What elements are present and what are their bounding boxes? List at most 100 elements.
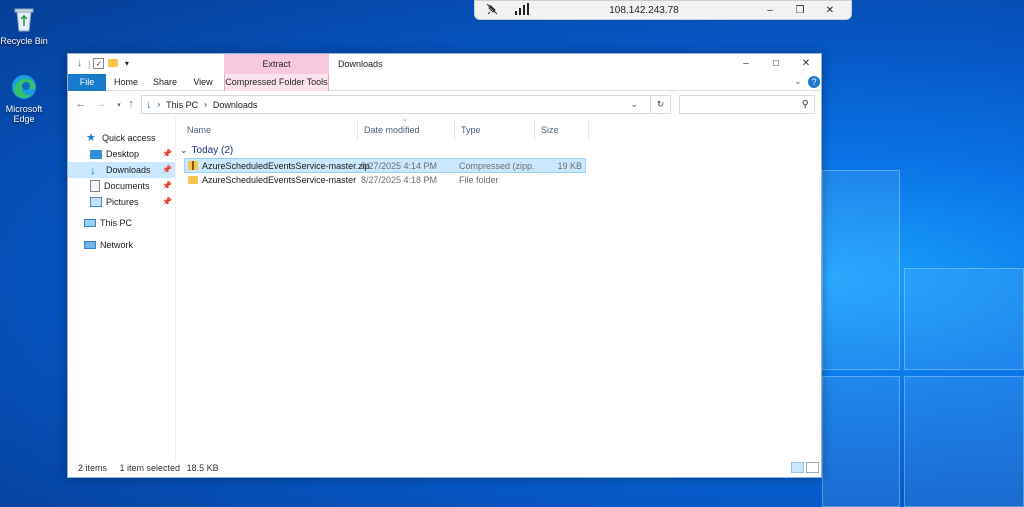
nav-item-quick-access[interactable]: ★ Quick access bbox=[68, 130, 175, 146]
column-header-size[interactable]: Size bbox=[535, 120, 589, 140]
zip-folder-icon bbox=[188, 161, 198, 170]
breadcrumb-separator-icon[interactable]: › bbox=[204, 100, 207, 109]
desktop-icon-label: Microsoft Edge bbox=[5, 104, 43, 124]
rdp-host-address: 108.142.243.78 bbox=[609, 4, 679, 16]
file-date: 8/27/2025 4:14 PM bbox=[361, 161, 438, 171]
download-arrow-icon: ↓ bbox=[90, 163, 96, 177]
search-input[interactable]: ⚲ bbox=[679, 95, 815, 114]
network-icon bbox=[84, 241, 96, 249]
signal-strength-icon[interactable] bbox=[511, 2, 533, 18]
properties-icon[interactable]: ✓ bbox=[93, 58, 105, 69]
column-header-name[interactable]: Name bbox=[181, 120, 358, 140]
back-button[interactable]: ← bbox=[74, 98, 88, 110]
folder-icon bbox=[188, 176, 198, 184]
pictures-icon bbox=[90, 197, 102, 207]
rdp-connection-bar: 108.142.243.78 – ❐ ✕ bbox=[474, 0, 852, 20]
column-header-date-modified[interactable]: Date modified bbox=[358, 120, 455, 140]
desktop-icon-label: Recycle Bin bbox=[0, 36, 48, 46]
ribbon-tabs: File Home Share View Compressed Folder T… bbox=[68, 74, 821, 91]
customize-qat-icon[interactable]: ▾ bbox=[121, 58, 132, 69]
nav-item-this-pc[interactable]: This PC bbox=[68, 215, 175, 231]
navigation-pane: ★ Quick access Desktop 📌 ↓ Downloads 📌 D… bbox=[68, 126, 175, 456]
title-bar: ↓ | ✓ ▾ Extract Downloads – □ ✕ bbox=[68, 54, 821, 74]
nav-item-label: Downloads bbox=[106, 165, 151, 175]
group-label: Today (2) bbox=[191, 144, 234, 156]
download-arrow-icon: ↓ bbox=[146, 98, 152, 111]
nav-item-pictures[interactable]: Pictures 📌 bbox=[68, 194, 175, 210]
desktop-logo-pane bbox=[904, 376, 1024, 507]
window-close-button[interactable]: ✕ bbox=[791, 56, 821, 72]
file-type: Compressed (zipp... bbox=[459, 161, 535, 171]
column-header-type[interactable]: Type bbox=[455, 120, 535, 140]
window-maximize-button[interactable]: □ bbox=[761, 56, 791, 72]
unpin-icon[interactable] bbox=[481, 3, 503, 18]
file-row[interactable]: AzureScheduledEventsService-master 8/27/… bbox=[184, 173, 586, 188]
nav-item-documents[interactable]: Documents 📌 bbox=[68, 178, 175, 194]
pane-splitter[interactable] bbox=[175, 116, 176, 461]
address-bar[interactable]: ↓ › This PC › Downloads ⌄ bbox=[141, 95, 671, 114]
pin-icon[interactable]: 📌 bbox=[162, 149, 172, 158]
nav-item-label: Quick access bbox=[102, 133, 156, 143]
refresh-button[interactable]: ↻ bbox=[650, 95, 670, 114]
details-view-button[interactable] bbox=[791, 462, 804, 473]
nav-item-label: Pictures bbox=[106, 197, 139, 207]
tab-file[interactable]: File bbox=[68, 74, 106, 91]
nav-item-downloads[interactable]: ↓ Downloads 📌 bbox=[68, 162, 175, 178]
forward-button[interactable]: → bbox=[94, 98, 108, 110]
pin-icon[interactable]: 📌 bbox=[162, 181, 172, 190]
nav-item-network[interactable]: Network bbox=[68, 237, 175, 253]
sort-indicator-icon: ⌄ bbox=[402, 116, 408, 123]
window-title: Downloads bbox=[338, 59, 383, 69]
minimize-icon[interactable]: – bbox=[755, 5, 785, 16]
file-row[interactable]: AzureScheduledEventsService-master.zip 8… bbox=[184, 158, 586, 173]
nav-item-label: Documents bbox=[104, 181, 150, 191]
tab-share[interactable]: Share bbox=[148, 74, 182, 91]
status-size: 18.5 KB bbox=[186, 463, 219, 473]
tab-home[interactable]: Home bbox=[110, 74, 142, 91]
desktop-folder-icon bbox=[90, 149, 102, 159]
new-folder-icon[interactable] bbox=[107, 58, 118, 69]
file-size: 19 KB bbox=[557, 161, 582, 171]
up-button[interactable]: ↑ bbox=[124, 98, 138, 110]
collapse-chevron-icon[interactable]: ⌄ bbox=[180, 145, 188, 156]
star-icon: ★ bbox=[86, 132, 96, 144]
status-selection: 1 item selected bbox=[119, 463, 181, 473]
file-name: AzureScheduledEventsService-master.zip bbox=[202, 161, 370, 171]
file-type: File folder bbox=[459, 175, 499, 185]
edge-icon bbox=[9, 72, 39, 102]
nav-item-label: Desktop bbox=[106, 149, 140, 159]
file-name-cell[interactable]: AzureScheduledEventsService-master.zip bbox=[188, 161, 370, 171]
restore-icon[interactable]: ❐ bbox=[785, 5, 815, 16]
status-bar: 2 items 1 item selected 18.5 KB bbox=[68, 459, 821, 477]
desktop-icon-edge[interactable]: Microsoft Edge bbox=[0, 72, 52, 124]
desktop-icon-recycle-bin[interactable]: Recycle Bin bbox=[0, 4, 52, 46]
desktop-logo-pane bbox=[904, 268, 1024, 370]
close-icon[interactable]: ✕ bbox=[815, 5, 845, 16]
breadcrumb-separator-icon[interactable]: › bbox=[158, 100, 161, 109]
desktop-logo-pane bbox=[822, 376, 900, 507]
window-minimize-button[interactable]: – bbox=[731, 56, 761, 72]
status-item-count: 2 items bbox=[78, 463, 108, 473]
tab-view[interactable]: View bbox=[188, 74, 218, 91]
help-icon[interactable]: ? bbox=[808, 76, 820, 88]
group-header-today[interactable]: ⌄ Today (2) bbox=[180, 143, 233, 157]
breadcrumb-downloads[interactable]: Downloads bbox=[213, 100, 258, 110]
ribbon-expand-icon[interactable]: ⌄ bbox=[794, 76, 802, 87]
pin-icon[interactable]: 📌 bbox=[162, 197, 172, 206]
large-icons-view-button[interactable] bbox=[806, 462, 819, 473]
tab-compressed-folder-tools[interactable]: Compressed Folder Tools bbox=[224, 74, 329, 91]
file-date: 8/27/2025 4:18 PM bbox=[361, 175, 438, 185]
file-name-cell[interactable]: AzureScheduledEventsService-master bbox=[188, 175, 356, 185]
computer-icon bbox=[84, 219, 96, 227]
nav-item-desktop[interactable]: Desktop 📌 bbox=[68, 146, 175, 162]
address-dropdown-icon[interactable]: ⌄ bbox=[630, 99, 638, 110]
file-name: AzureScheduledEventsService-master bbox=[202, 175, 357, 185]
pin-icon[interactable]: 📌 bbox=[162, 165, 172, 174]
breadcrumb-this-pc[interactable]: This PC bbox=[166, 100, 198, 110]
desktop-logo-pane bbox=[822, 170, 900, 370]
contextual-tab-group-extract[interactable]: Extract bbox=[224, 54, 329, 74]
recycle-bin-icon bbox=[9, 4, 39, 34]
search-icon: ⚲ bbox=[801, 99, 809, 110]
file-explorer-window: ↓ | ✓ ▾ Extract Downloads – □ ✕ File Hom… bbox=[67, 53, 822, 478]
quick-access-toolbar: ↓ | ✓ ▾ bbox=[74, 58, 132, 69]
